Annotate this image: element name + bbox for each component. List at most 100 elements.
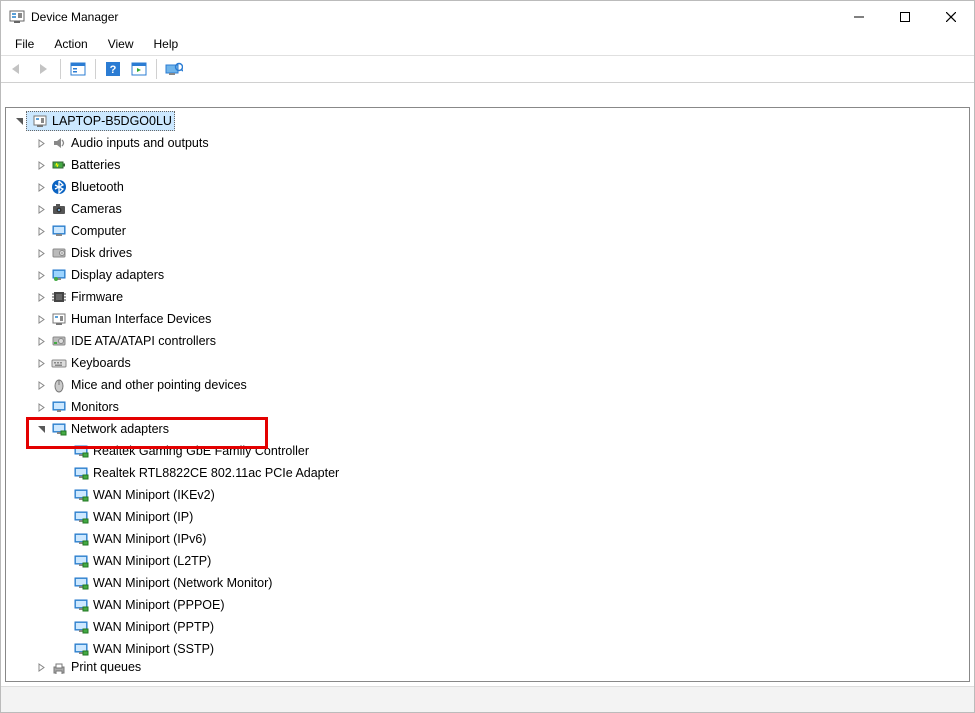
tree-node[interactable]: Print queues (6, 660, 969, 674)
back-button[interactable] (5, 58, 29, 80)
tree-node-label: Human Interface Devices (71, 312, 211, 326)
maximize-button[interactable] (882, 1, 928, 33)
titlebar: Device Manager (1, 1, 974, 33)
expander-none (56, 576, 70, 590)
tree-node-label: Disk drives (71, 246, 132, 260)
tree-node[interactable]: IDE ATA/ATAPI controllers (6, 330, 969, 352)
expander-closed-icon[interactable] (34, 400, 48, 414)
tree-node-label: WAN Miniport (PPTP) (93, 620, 214, 634)
show-hide-console-tree-button[interactable] (66, 58, 90, 80)
tree-node-label: WAN Miniport (Network Monitor) (93, 576, 272, 590)
firmware-icon (50, 288, 68, 306)
tree-node[interactable]: Computer (6, 220, 969, 242)
status-bar (1, 686, 974, 712)
tree-node[interactable]: WAN Miniport (L2TP) (6, 550, 969, 572)
tree-node[interactable]: WAN Miniport (IP) (6, 506, 969, 528)
expander-open-icon[interactable] (34, 422, 48, 436)
expander-none (56, 532, 70, 546)
expander-closed-icon[interactable] (34, 334, 48, 348)
device-tree-pane[interactable]: LAPTOP-B5DGO0LU Audio inputs and outputs B… (5, 107, 970, 682)
tree-node[interactable]: Mice and other pointing devices (6, 374, 969, 396)
menu-file[interactable]: File (7, 35, 42, 53)
hid-icon (50, 310, 68, 328)
tree-node-label: Network adapters (71, 422, 169, 436)
expander-closed-icon[interactable] (34, 356, 48, 370)
network-adapter-icon (72, 640, 90, 658)
tree-node[interactable]: Network adapters (6, 418, 969, 440)
menu-view[interactable]: View (100, 35, 142, 53)
app-icon (9, 9, 25, 25)
tree-node[interactable]: Cameras (6, 198, 969, 220)
tree-node[interactable]: Disk drives (6, 242, 969, 264)
tree-node-label: Firmware (71, 290, 123, 304)
tree-node-label: Display adapters (71, 268, 164, 282)
tree-node[interactable]: Keyboards (6, 352, 969, 374)
tree-node[interactable]: Firmware (6, 286, 969, 308)
expander-closed-icon[interactable] (34, 224, 48, 238)
tree-node[interactable]: Audio inputs and outputs (6, 132, 969, 154)
tree-node[interactable]: WAN Miniport (SSTP) (6, 638, 969, 660)
tree-node[interactable]: WAN Miniport (IKEv2) (6, 484, 969, 506)
network-adapter-icon (72, 486, 90, 504)
window-title: Device Manager (31, 10, 118, 24)
tree-node[interactable]: WAN Miniport (PPPOE) (6, 594, 969, 616)
menu-action[interactable]: Action (46, 35, 95, 53)
tree-node-label: Bluetooth (71, 180, 124, 194)
selected-node[interactable]: LAPTOP-B5DGO0LU (26, 111, 175, 131)
mouse-icon (50, 376, 68, 394)
tree-node[interactable]: Bluetooth (6, 176, 969, 198)
tree-node-label: WAN Miniport (PPPOE) (93, 598, 225, 612)
tree-node[interactable]: WAN Miniport (PPTP) (6, 616, 969, 638)
toolbar-separator (60, 59, 61, 79)
minimize-button[interactable] (836, 1, 882, 33)
expander-closed-icon[interactable] (34, 290, 48, 304)
tree-node-label: Audio inputs and outputs (71, 136, 209, 150)
tree-node[interactable]: Realtek RTL8822CE 802.11ac PCIe Adapter (6, 462, 969, 484)
tree-node-label: Batteries (71, 158, 120, 172)
network-adapter-icon (72, 574, 90, 592)
menu-help[interactable]: Help (146, 35, 187, 53)
expander-closed-icon[interactable] (34, 158, 48, 172)
tree-node-label: Print queues (71, 660, 141, 674)
close-button[interactable] (928, 1, 974, 33)
speaker-icon (50, 134, 68, 152)
tree-node[interactable]: WAN Miniport (IPv6) (6, 528, 969, 550)
expander-closed-icon[interactable] (34, 312, 48, 326)
action-button[interactable] (127, 58, 151, 80)
printer-icon (50, 660, 68, 674)
expander-none (56, 444, 70, 458)
battery-icon (50, 156, 68, 174)
display-icon (50, 266, 68, 284)
toolbar-separator (95, 59, 96, 79)
expander-closed-icon[interactable] (34, 378, 48, 392)
network-adapter-icon (72, 464, 90, 482)
tree-node-label: WAN Miniport (IP) (93, 510, 193, 524)
tree-node[interactable]: Batteries (6, 154, 969, 176)
tree-node[interactable]: Monitors (6, 396, 969, 418)
monitor-icon (50, 398, 68, 416)
forward-button[interactable] (31, 58, 55, 80)
tree-node-label: IDE ATA/ATAPI controllers (71, 334, 216, 348)
tree-node[interactable]: Human Interface Devices (6, 308, 969, 330)
tree-node[interactable]: LAPTOP-B5DGO0LU (6, 110, 969, 132)
ide-icon (50, 332, 68, 350)
expander-closed-icon[interactable] (34, 202, 48, 216)
toolbar-separator (156, 59, 157, 79)
tree-node[interactable]: WAN Miniport (Network Monitor) (6, 572, 969, 594)
expander-none (56, 642, 70, 656)
expander-closed-icon[interactable] (34, 246, 48, 260)
tree-node[interactable]: Display adapters (6, 264, 969, 286)
expander-closed-icon[interactable] (34, 268, 48, 282)
expander-closed-icon[interactable] (34, 660, 48, 674)
expander-none (56, 510, 70, 524)
help-button[interactable]: ? (101, 58, 125, 80)
tree-node-label: Realtek RTL8822CE 802.11ac PCIe Adapter (93, 466, 339, 480)
tree-node[interactable]: Realtek Gaming GbE Family Controller (6, 440, 969, 462)
scan-hardware-button[interactable] (162, 58, 186, 80)
expander-none (56, 598, 70, 612)
expander-open-icon[interactable] (12, 114, 26, 128)
expander-closed-icon[interactable] (34, 136, 48, 150)
expander-closed-icon[interactable] (34, 180, 48, 194)
tree-node-label: LAPTOP-B5DGO0LU (52, 114, 172, 128)
expander-none (56, 466, 70, 480)
